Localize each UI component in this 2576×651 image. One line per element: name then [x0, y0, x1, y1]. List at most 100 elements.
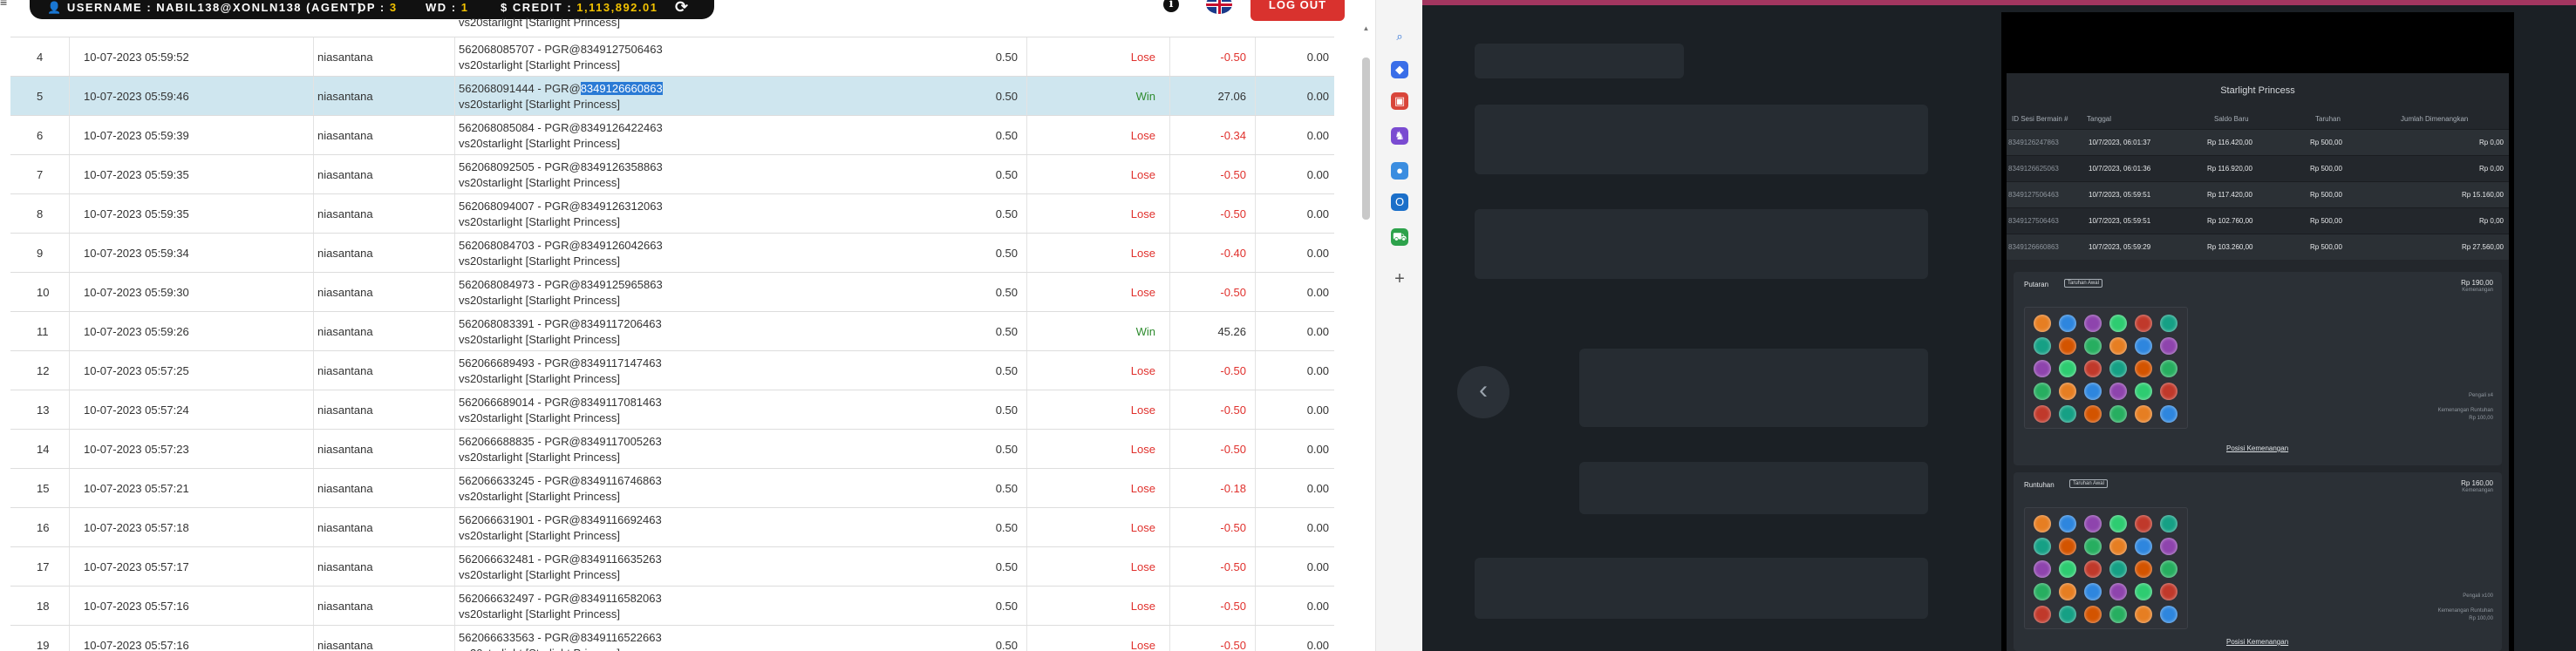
table-row[interactable]: 14 10-07-2023 05:57:23 niasantana 562066688…: [10, 429, 1334, 469]
row-winloss: 27.06: [1170, 77, 1256, 116]
row-transaction-id: 562066633563 - PGR@: [459, 631, 581, 644]
win-position-link[interactable]: Posisi Kemenangan: [2226, 444, 2288, 452]
row-session-id[interactable]: 8349126312063: [581, 200, 663, 213]
spin-amount: Rp 190,00: [2461, 279, 2493, 287]
gem-symbol: [2084, 383, 2102, 400]
row-session-id[interactable]: 8349117005263: [581, 435, 662, 448]
row-total: 0.00: [1306, 560, 1329, 573]
search-icon[interactable]: ⌕: [1391, 28, 1408, 45]
win-position-link[interactable]: Posisi Kemenangan: [2226, 638, 2288, 646]
row-result: Lose: [1027, 547, 1170, 587]
table-row[interactable]: 8 10-07-2023 05:59:35 niasantana 5620680940…: [10, 193, 1334, 234]
row-date: 10-07-2023 05:59:26: [70, 312, 314, 351]
history-row[interactable]: 8349127506463 10/7/2023, 05:59:51 Rp 117.4…: [2007, 181, 2509, 207]
row-session-id[interactable]: 8349116746863: [581, 474, 662, 487]
gem-symbol: [2160, 538, 2177, 555]
row-winloss: -0.50: [1170, 351, 1256, 390]
cart-icon[interactable]: ⛟: [1391, 228, 1408, 246]
chevron-left-icon[interactable]: ‹: [1457, 366, 1509, 418]
table-row[interactable]: 18 10-07-2023 05:57:16 niasantana 562066632…: [10, 586, 1334, 626]
gem-symbol: [2109, 560, 2127, 578]
copilot-icon[interactable]: ●: [1391, 162, 1408, 180]
row-session-id[interactable]: 8349126358863: [581, 160, 663, 173]
toolbox-icon[interactable]: ▣: [1391, 92, 1408, 110]
table-row[interactable]: 11 10-07-2023 05:59:26 niasantana 562068083…: [10, 311, 1334, 351]
gem-symbol: [2135, 560, 2152, 578]
table-row[interactable]: 5 10-07-2023 05:59:46 niasantana 5620680914…: [10, 76, 1334, 116]
gem-symbol: [2135, 538, 2152, 555]
history-session-id: 8349127506463: [2008, 191, 2059, 199]
row-winloss: -0.50: [1170, 430, 1256, 469]
history-panel: Starlight Princess ID Sesi Bermain # Tan…: [2007, 73, 2509, 651]
vertical-scrollbar[interactable]: [1362, 58, 1370, 220]
row-session-id[interactable]: 8349117206463: [581, 317, 662, 330]
row-session-id[interactable]: 8349126042663: [581, 239, 663, 252]
gem-symbol: [2059, 606, 2076, 623]
row-winloss: -0.50: [1170, 587, 1256, 626]
row-session-id[interactable]: 8349117147463: [581, 356, 662, 370]
table-row[interactable]: 17 10-07-2023 05:57:17 niasantana 562066632…: [10, 546, 1334, 587]
table-row[interactable]: 9 10-07-2023 05:59:34 niasantana 5620680847…: [10, 233, 1334, 273]
table-row[interactable]: 13 10-07-2023 05:57:24 niasantana 562066689…: [10, 390, 1334, 430]
table-row[interactable]: 7 10-07-2023 05:59:35 niasantana 5620680925…: [10, 154, 1334, 194]
header-bet: Taruhan: [2315, 115, 2341, 123]
row-date: 10-07-2023 05:57:23: [70, 430, 314, 469]
row-session-id[interactable]: 8349125965863: [581, 278, 663, 291]
row-session-id[interactable]: 8349126422463: [581, 121, 663, 134]
spin-amount-label: Kemenangan: [2462, 288, 2493, 293]
browser-sidebar: ⌕ ◆ ▣ ♞ ● O ⛟ +: [1375, 0, 1422, 651]
row-number: 17: [10, 547, 70, 587]
gem-symbol: [2084, 560, 2102, 578]
row-session-id[interactable]: 8349127506463: [581, 43, 663, 56]
row-bet: 0.50: [909, 469, 1027, 508]
row-date: 10-07-2023 05:59:52: [70, 37, 314, 77]
gem-symbol: [2059, 315, 2076, 332]
tag-icon[interactable]: ◆: [1391, 61, 1408, 78]
row-date: 10-07-2023 05:57:17: [70, 547, 314, 587]
scroll-up-arrow[interactable]: ▲: [1362, 24, 1370, 33]
row-session-id[interactable]: 8349116692463: [581, 513, 662, 526]
spin-badge: Taruhan Awal: [2064, 279, 2102, 288]
row-number: 9: [10, 234, 70, 273]
outlook-icon[interactable]: O: [1391, 193, 1408, 211]
gem-symbol: [2034, 405, 2051, 423]
gem-symbol: [2135, 383, 2152, 400]
gem-symbol: [2160, 583, 2177, 600]
history-row[interactable]: 8349126247863 10/7/2023, 06:01:37 Rp 116.4…: [2007, 129, 2509, 155]
row-result: Lose: [1027, 116, 1170, 155]
row-session-id[interactable]: 8349116635263: [581, 553, 662, 566]
table-row[interactable]: 4 10-07-2023 05:59:52 niasantana 5620680857…: [10, 37, 1334, 77]
table-row[interactable]: 15 10-07-2023 05:57:21 niasantana 562066633…: [10, 468, 1334, 508]
row-bet: 0.50: [909, 77, 1027, 116]
row-session-id[interactable]: 8349116582063: [581, 592, 662, 605]
table-row[interactable]: 16 10-07-2023 05:57:18 niasantana 562066631…: [10, 507, 1334, 547]
history-session-id: 8349126625063: [2008, 165, 2059, 173]
partial-row: vs20starlight [Starlight Princess]: [10, 0, 1334, 37]
gem-symbol: [2059, 583, 2076, 600]
row-date: 10-07-2023 05:59:35: [70, 194, 314, 234]
gem-symbol: [2034, 606, 2051, 623]
row-username: niasantana: [314, 77, 455, 116]
history-win: Rp 27.560,00: [2461, 243, 2504, 251]
row-session-id[interactable]: 8349117081463: [581, 396, 662, 409]
history-title: Starlight Princess: [2220, 85, 2295, 96]
history-bet: Rp 500,00: [2310, 217, 2342, 225]
row-transaction-id: 562068094007 - PGR@: [459, 200, 581, 213]
row-session-id[interactable]: 8349126660863: [580, 82, 663, 95]
row-session-id[interactable]: 8349116522663: [581, 631, 662, 644]
table-row[interactable]: 6 10-07-2023 05:59:39 niasantana 5620680850…: [10, 115, 1334, 155]
table-row[interactable]: 10 10-07-2023 05:59:30 niasantana 562068084…: [10, 272, 1334, 312]
gem-symbol: [2160, 606, 2177, 623]
row-total: 0.00: [1306, 482, 1329, 495]
add-icon[interactable]: +: [1391, 270, 1408, 288]
history-row[interactable]: 8349126625063 10/7/2023, 06:01:36 Rp 116.9…: [2007, 155, 2509, 181]
row-transaction-id: 562066689493 - PGR@: [459, 356, 581, 370]
table-row[interactable]: 19 10-07-2023 05:57:16 niasantana 562066633…: [10, 625, 1334, 651]
history-balance: Rp 116.420,00: [2207, 139, 2252, 146]
gem-symbol: [2084, 337, 2102, 355]
history-row[interactable]: 8349126660863 10/7/2023, 05:59:29 Rp 103.2…: [2007, 234, 2509, 260]
history-date: 10/7/2023, 05:59:51: [2089, 217, 2151, 225]
chess-icon[interactable]: ♞: [1391, 127, 1408, 145]
table-row[interactable]: 12 10-07-2023 05:57:25 niasantana 562066689…: [10, 350, 1334, 390]
history-row[interactable]: 8349127506463 10/7/2023, 05:59:51 Rp 102.7…: [2007, 207, 2509, 234]
